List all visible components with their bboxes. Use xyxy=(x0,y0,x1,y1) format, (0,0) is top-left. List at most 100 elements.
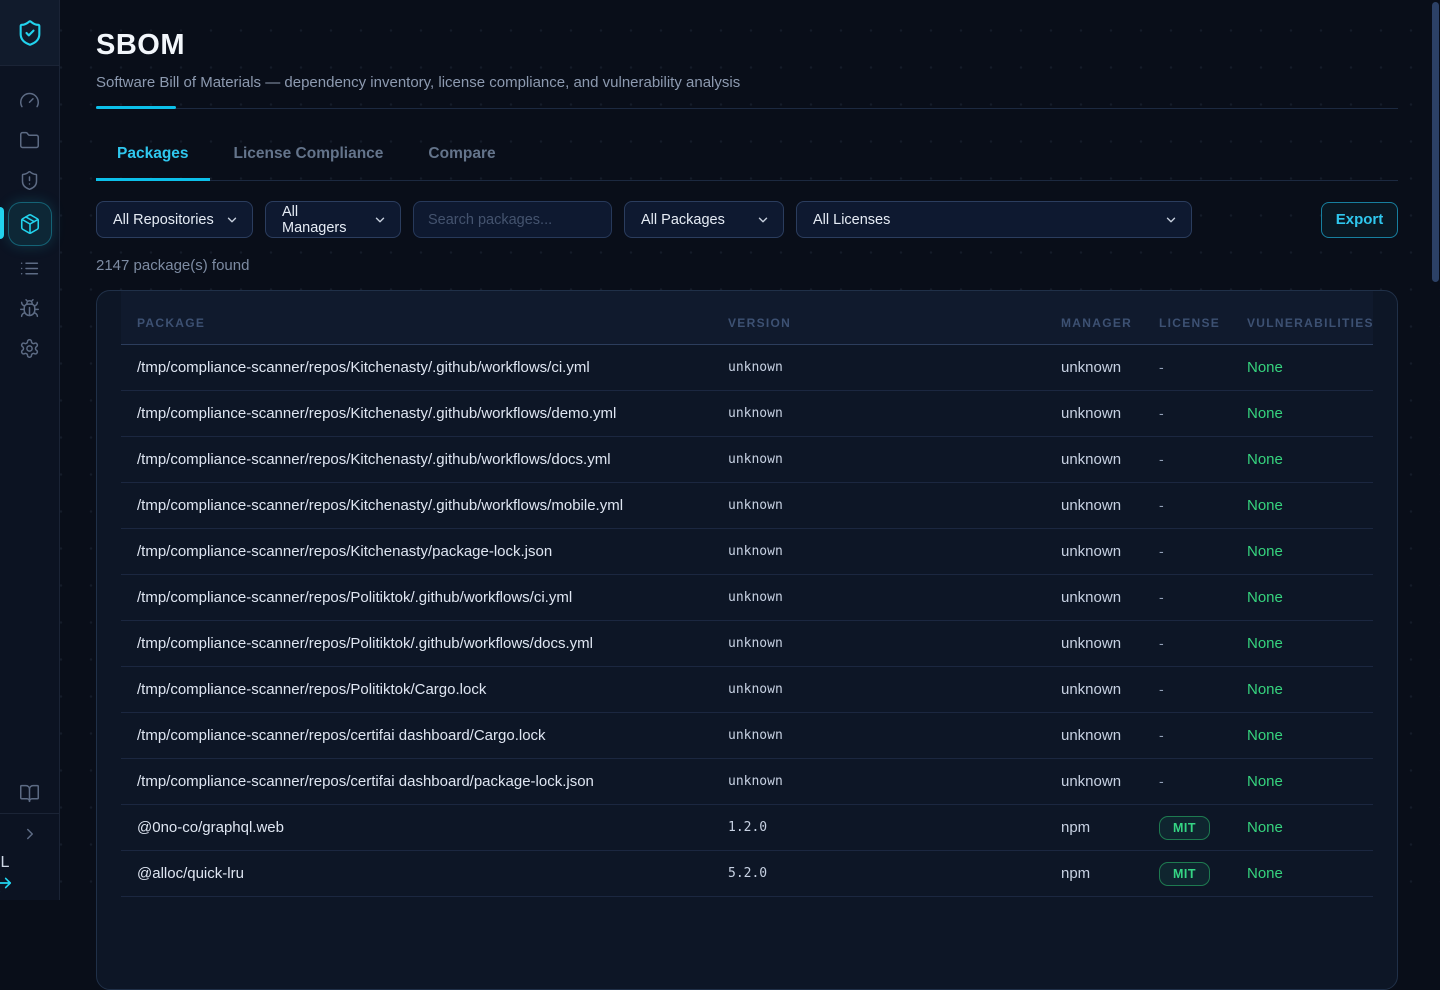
version-cell: unknown xyxy=(712,483,1045,529)
manager-cell: unknown xyxy=(1045,529,1143,575)
sidebar-item-dashboard[interactable] xyxy=(0,80,60,120)
results-count: 2147 package(s) found xyxy=(96,257,1398,274)
version-cell: 5.2.0 xyxy=(712,851,1045,897)
tab-compare[interactable]: Compare xyxy=(407,131,516,181)
chevron-down-icon xyxy=(373,213,387,227)
sidebar-item-sbom[interactable] xyxy=(0,200,60,248)
manager-cell: unknown xyxy=(1045,759,1143,805)
sidebar-item-issues[interactable] xyxy=(0,288,60,328)
filter-bar: All Repositories All Managers All Packag… xyxy=(96,201,1398,238)
sidebar-item-policies[interactable] xyxy=(0,248,60,288)
managers-select[interactable]: All Managers xyxy=(265,201,401,238)
package-cell: /tmp/compliance-scanner/repos/Kitchenast… xyxy=(121,437,712,483)
vulnerabilities-cell: None xyxy=(1231,345,1373,391)
vulnerabilities-cell: None xyxy=(1231,851,1373,897)
table-row: /tmp/compliance-scanner/repos/Kitchenast… xyxy=(121,391,1373,437)
main-content: SBOM Software Bill of Materials — depend… xyxy=(60,0,1440,900)
app-logo[interactable] xyxy=(0,0,59,66)
repositories-select[interactable]: All Repositories xyxy=(96,201,253,238)
logout-icon[interactable] xyxy=(0,872,13,894)
license-cell: MIT xyxy=(1143,851,1231,897)
table-row: /tmp/compliance-scanner/repos/Politiktok… xyxy=(121,575,1373,621)
chevron-right-icon xyxy=(21,825,39,843)
sidebar-item-repositories[interactable] xyxy=(0,120,60,160)
manager-cell: unknown xyxy=(1045,621,1143,667)
sidebar-item-vulnerabilities[interactable] xyxy=(0,160,60,200)
version-cell: unknown xyxy=(712,575,1045,621)
vulnerabilities-cell: None xyxy=(1231,805,1373,851)
sidebar-item-settings[interactable] xyxy=(0,328,60,368)
table-row: /tmp/compliance-scanner/repos/certifai d… xyxy=(121,713,1373,759)
folder-icon xyxy=(19,130,40,151)
sidebar-clipped-footer: L xyxy=(0,854,60,900)
table-row: /tmp/compliance-scanner/repos/Kitchenast… xyxy=(121,437,1373,483)
vertical-scrollbar-thumb[interactable] xyxy=(1432,2,1439,282)
packages-table-card: Package Version Manager License Vulnerab… xyxy=(96,290,1398,990)
manager-cell: npm xyxy=(1045,851,1143,897)
license-cell: - xyxy=(1143,483,1231,529)
app-root: L SBOM Software Bill of Materials — depe… xyxy=(0,0,1440,900)
column-header-package: Package xyxy=(121,291,712,345)
clipped-footer-label: L xyxy=(1,854,10,872)
title-accent xyxy=(96,106,176,109)
chevron-down-icon xyxy=(225,213,239,227)
table-row: /tmp/compliance-scanner/repos/Kitchenast… xyxy=(121,483,1373,529)
sidebar-collapse-toggle[interactable] xyxy=(0,814,60,854)
page-subtitle: Software Bill of Materials — dependency … xyxy=(96,74,1398,91)
license-cell: - xyxy=(1143,391,1231,437)
managers-select-value: All Managers xyxy=(282,204,363,236)
repositories-select-value: All Repositories xyxy=(113,212,214,228)
tab-license-compliance[interactable]: License Compliance xyxy=(213,131,405,181)
package-cell: /tmp/compliance-scanner/repos/Kitchenast… xyxy=(121,483,712,529)
table-header-row: Package Version Manager License Vulnerab… xyxy=(121,291,1373,345)
vulnerabilities-cell: None xyxy=(1231,759,1373,805)
package-cell: /tmp/compliance-scanner/repos/Politiktok… xyxy=(121,621,712,667)
chevron-down-icon xyxy=(756,213,770,227)
search-container xyxy=(413,201,612,238)
table-row: /tmp/compliance-scanner/repos/Kitchenast… xyxy=(121,345,1373,391)
manager-cell: unknown xyxy=(1045,713,1143,759)
version-cell: unknown xyxy=(712,621,1045,667)
version-cell: unknown xyxy=(712,345,1045,391)
book-open-icon xyxy=(19,783,40,804)
license-cell: - xyxy=(1143,345,1231,391)
version-cell: 1.2.0 xyxy=(712,805,1045,851)
license-cell: - xyxy=(1143,529,1231,575)
column-header-manager: Manager xyxy=(1045,291,1143,345)
licenses-select[interactable]: All Licenses xyxy=(796,201,1192,238)
sidebar-nav xyxy=(0,80,59,368)
manager-cell: npm xyxy=(1045,805,1143,851)
package-cell: /tmp/compliance-scanner/repos/certifai d… xyxy=(121,759,712,805)
column-header-vulnerabilities: Vulnerabilities xyxy=(1231,291,1373,345)
license-cell: - xyxy=(1143,667,1231,713)
manager-cell: unknown xyxy=(1045,575,1143,621)
manager-cell: unknown xyxy=(1045,437,1143,483)
active-indicator-bar xyxy=(0,207,4,239)
table-row: @0no-co/graphql.web 1.2.0 npm MIT None xyxy=(121,805,1373,851)
vulnerabilities-cell: None xyxy=(1231,437,1373,483)
package-cell: /tmp/compliance-scanner/repos/Kitchenast… xyxy=(121,529,712,575)
package-cell: /tmp/compliance-scanner/repos/Kitchenast… xyxy=(121,345,712,391)
table-row: /tmp/compliance-scanner/repos/Politiktok… xyxy=(121,667,1373,713)
version-cell: unknown xyxy=(712,667,1045,713)
package-cell: @0no-co/graphql.web xyxy=(121,805,712,851)
bug-icon xyxy=(19,298,40,319)
search-input[interactable] xyxy=(413,201,612,238)
chevron-down-icon xyxy=(1164,213,1178,227)
package-cell: @alloc/quick-lru xyxy=(121,851,712,897)
packages-select[interactable]: All Packages xyxy=(624,201,784,238)
package-cell: /tmp/compliance-scanner/repos/Politiktok… xyxy=(121,575,712,621)
vulnerabilities-cell: None xyxy=(1231,621,1373,667)
licenses-select-value: All Licenses xyxy=(813,212,890,228)
vulnerabilities-cell: None xyxy=(1231,713,1373,759)
table-row: @alloc/quick-lru 5.2.0 npm MIT None xyxy=(121,851,1373,897)
license-cell: - xyxy=(1143,575,1231,621)
version-cell: unknown xyxy=(712,759,1045,805)
package-icon xyxy=(8,202,52,246)
tab-packages[interactable]: Packages xyxy=(96,131,210,181)
sidebar-item-docs[interactable] xyxy=(0,773,60,813)
vulnerabilities-cell: None xyxy=(1231,575,1373,621)
manager-cell: unknown xyxy=(1045,391,1143,437)
export-button[interactable]: Export xyxy=(1321,202,1398,238)
license-cell: - xyxy=(1143,713,1231,759)
